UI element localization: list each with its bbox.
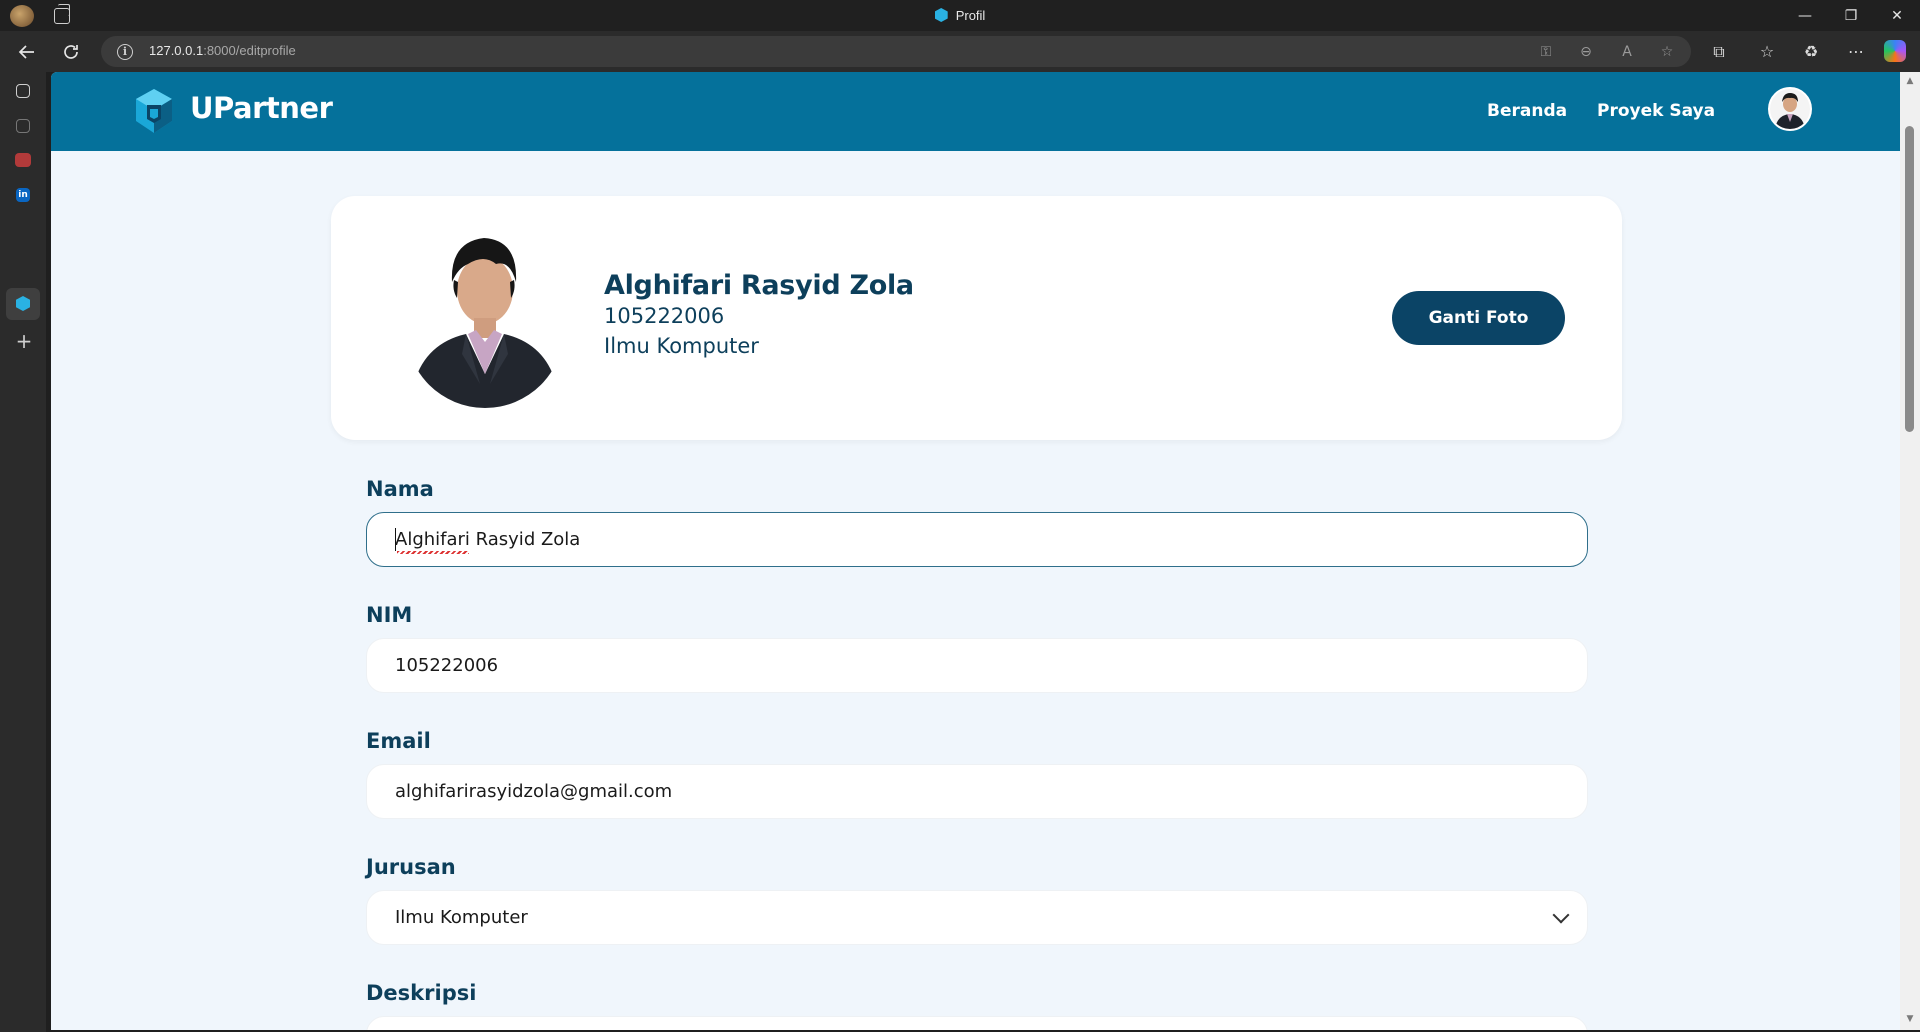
key-icon[interactable]: ⚿ [1536, 42, 1556, 62]
add-icon[interactable]: + [14, 331, 34, 352]
change-photo-button[interactable]: Ganti Foto [1392, 291, 1565, 345]
address-bar[interactable]: i 127.0.0.1:8000/editprofile ⚿ ⊖ A ☆ [101, 36, 1691, 67]
nav-link-beranda[interactable]: Beranda [1487, 101, 1567, 121]
profile-nim: 105222006 [604, 304, 725, 328]
scroll-up-icon[interactable]: ▲ [1905, 76, 1915, 86]
profile-card: Alghifari Rasyid Zola 105222006 Ilmu Kom… [331, 196, 1622, 440]
performance-icon[interactable]: ♻ [1800, 41, 1822, 63]
major-select[interactable]: Ilmu Komputer [366, 890, 1588, 945]
browser-toolbar: i 127.0.0.1:8000/editprofile ⚿ ⊖ A ☆ ⧉ ☆… [0, 31, 1920, 72]
page-viewport: UPartner Beranda Proyek Saya Alghifari R… [51, 72, 1900, 1030]
linkedin-icon[interactable]: in [16, 188, 30, 202]
site-info-icon[interactable]: i [117, 44, 133, 60]
zoom-out-icon[interactable]: ⊖ [1576, 42, 1596, 62]
email-label: Email [366, 729, 431, 753]
browser-sidebar: in + [0, 72, 46, 1032]
favorite-star-icon[interactable]: ☆ [1657, 42, 1677, 62]
url-text[interactable]: 127.0.0.1:8000/editprofile [149, 43, 296, 58]
nim-field-value: 105222006 [395, 655, 499, 676]
email-field[interactable]: alghifarirasyidzola@gmail.com [366, 764, 1588, 819]
description-label: Deskripsi [366, 981, 477, 1005]
profile-name: Alghifari Rasyid Zola [604, 270, 914, 301]
chevron-down-icon[interactable] [1552, 906, 1570, 924]
read-aloud-icon[interactable]: A [1617, 42, 1637, 62]
nav-link-proyek-saya[interactable]: Proyek Saya [1597, 101, 1715, 121]
major-label: Jurusan [366, 855, 456, 879]
name-label: Nama [366, 477, 434, 501]
nim-label: NIM [366, 603, 413, 627]
name-field[interactable]: Alghifari Rasyid Zola [366, 512, 1588, 567]
spellcheck-underline [397, 551, 469, 554]
copilot-icon[interactable] [1884, 40, 1906, 62]
site-navbar: UPartner Beranda Proyek Saya [51, 72, 1900, 151]
extensions-icon[interactable]: ⧉ [1708, 41, 1730, 63]
name-field-value: Alghifari Rasyid Zola [395, 529, 581, 550]
restore-button[interactable]: ❐ [1828, 0, 1874, 31]
close-window-button[interactable]: ✕ [1874, 0, 1920, 31]
window-controls: — ❐ ✕ [1782, 0, 1920, 31]
scroll-down-icon[interactable]: ▼ [1905, 1014, 1915, 1024]
profile-major: Ilmu Komputer [604, 334, 759, 358]
back-arrow-icon[interactable] [12, 37, 42, 67]
refresh-icon[interactable] [56, 37, 86, 67]
email-field-value: alghifarirasyidzola@gmail.com [395, 781, 673, 802]
upartner-logo-icon[interactable] [136, 89, 172, 133]
major-select-value: Ilmu Komputer [395, 907, 528, 928]
more-menu-icon[interactable]: ⋯ [1845, 41, 1867, 63]
browser-titlebar: Profil — ❐ ✕ [0, 0, 1920, 31]
tab-actions-icon[interactable] [16, 84, 30, 98]
collections-icon[interactable] [16, 119, 30, 133]
scrollbar-thumb[interactable] [1905, 126, 1914, 432]
description-field[interactable] [366, 1016, 1588, 1030]
profile-photo [406, 224, 564, 408]
brand-name[interactable]: UPartner [190, 91, 333, 125]
favorites-icon[interactable]: ☆ [1756, 41, 1778, 63]
site-favicon-icon [934, 8, 948, 22]
nim-field[interactable]: 105222006 [366, 638, 1588, 693]
minimize-button[interactable]: — [1782, 0, 1828, 31]
pinned-site-icon[interactable] [15, 153, 31, 167]
user-avatar[interactable] [1768, 87, 1812, 131]
tab-title[interactable]: Profil [0, 8, 1920, 23]
